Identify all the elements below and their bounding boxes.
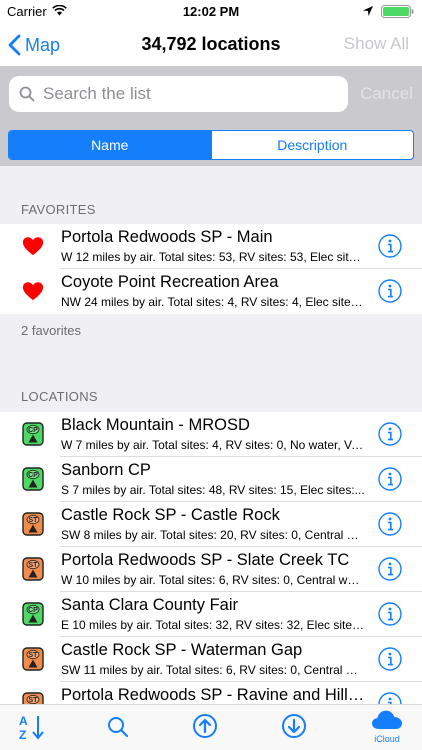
info-icon[interactable] — [378, 422, 402, 446]
info-icon[interactable] — [378, 647, 402, 671]
list-item-subtitle: W 10 miles by air. Total sites: 6, RV si… — [61, 573, 366, 587]
search-input[interactable] — [43, 84, 333, 104]
favorites-rows: Portola Redwoods SP - Main W 12 miles by… — [0, 224, 422, 314]
list-item[interactable]: Portola Redwoods SP - Main W 12 miles by… — [0, 224, 422, 269]
scroll-down-tab[interactable] — [279, 713, 309, 741]
search-icon — [19, 86, 35, 102]
icloud-icon — [372, 710, 402, 729]
scroll-up-tab[interactable] — [190, 713, 220, 741]
state-park-icon: ST — [22, 512, 44, 536]
list-item-subtitle: NW 24 miles by air. Total sites: 4, RV s… — [61, 295, 366, 309]
info-icon[interactable] — [378, 692, 402, 704]
svg-text:CP: CP — [28, 427, 38, 434]
list-item[interactable]: CP Sanborn CP S 7 miles by air. Total site… — [0, 457, 422, 502]
info-icon[interactable] — [378, 512, 402, 536]
list-item[interactable]: ST Portola Redwoods SP - Ravine and Hills… — [0, 682, 422, 704]
list-item-title: Castle Rock SP - Castle Rock — [61, 506, 280, 524]
locations-list[interactable]: FAVORITES Portola Redwoods SP - Main W 1… — [0, 166, 422, 704]
svg-text:A: A — [19, 714, 28, 728]
list-item[interactable]: ST Castle Rock SP - Waterman Gap SW 11 mil… — [0, 637, 422, 682]
list-item-title: Santa Clara County Fair — [61, 596, 238, 614]
wifi-icon — [52, 5, 67, 16]
segment-name[interactable]: Name — [9, 131, 211, 159]
chevron-left-icon — [8, 34, 21, 56]
info-icon[interactable] — [378, 557, 402, 581]
county-park-icon: CP — [22, 467, 44, 491]
list-item-subtitle: W 12 miles by air. Total sites: 53, RV s… — [61, 250, 366, 264]
list-item[interactable]: CP Santa Clara County Fair E 10 miles by a… — [0, 592, 422, 637]
back-button-label: Map — [25, 34, 61, 55]
svg-text:Z: Z — [19, 728, 26, 741]
location-arrow-icon — [363, 6, 373, 16]
favorites-count: 2 favorites — [21, 323, 81, 338]
cancel-button[interactable]: Cancel — [360, 84, 413, 104]
svg-text:ST: ST — [29, 517, 39, 524]
show-all-button[interactable]: Show All — [344, 34, 409, 54]
list-item[interactable]: CP Black Mountain - MROSD W 7 miles by air… — [0, 412, 422, 457]
list-item-title: Coyote Point Recreation Area — [61, 273, 279, 291]
list-item-subtitle: E 10 miles by air. Total sites: 32, RV s… — [61, 618, 366, 632]
carrier-label: Carrier — [7, 4, 47, 19]
county-park-icon: CP — [22, 602, 44, 626]
sort-segmented-control: Name Description — [8, 130, 414, 160]
search-area: Cancel Name Description — [0, 66, 422, 166]
icloud-tab[interactable]: iCloud — [366, 709, 408, 749]
search-icon — [108, 717, 129, 738]
list-item-title: Portola Redwoods SP - Main — [61, 228, 273, 246]
list-item-title: Portola Redwoods SP - Ravine and Hillsi.… — [61, 686, 366, 704]
list-item-subtitle: W 7 miles by air. Total sites: 4, RV sit… — [61, 438, 366, 452]
list-item-title: Black Mountain - MROSD — [61, 416, 250, 434]
svg-text:CP: CP — [28, 607, 38, 614]
svg-text:CP: CP — [28, 472, 38, 479]
navigation-bar: Map 34,792 locations Show All — [0, 24, 422, 66]
search-field[interactable] — [9, 76, 348, 112]
svg-text:ST: ST — [29, 652, 39, 659]
search-tab[interactable] — [103, 713, 133, 741]
svg-text:ST: ST — [29, 562, 39, 569]
tab-bar: A Z iCloud — [0, 704, 422, 750]
state-park-icon: ST — [22, 647, 44, 671]
sort-az-icon: A Z — [19, 714, 44, 741]
section-header-locations: LOCATIONS — [21, 389, 98, 404]
state-park-icon: ST — [22, 692, 44, 704]
list-item-title: Sanborn CP — [61, 461, 151, 479]
heart-icon — [22, 282, 44, 301]
list-item-subtitle: SW 8 miles by air. Total sites: 20, RV s… — [61, 528, 366, 542]
list-item-title: Castle Rock SP - Waterman Gap — [61, 641, 303, 659]
battery-icon — [381, 5, 414, 18]
arrow-up-circle-icon — [193, 714, 217, 738]
list-item[interactable]: ST Portola Redwoods SP - Slate Creek TC W … — [0, 547, 422, 592]
list-item[interactable]: ST Castle Rock SP - Castle Rock SW 8 miles… — [0, 502, 422, 547]
list-item-subtitle: S 7 miles by air. Total sites: 48, RV si… — [61, 483, 365, 497]
county-park-icon: CP — [22, 422, 44, 446]
state-park-icon: ST — [22, 557, 44, 581]
info-icon[interactable] — [378, 279, 402, 303]
list-item-title: Portola Redwoods SP - Slate Creek TC — [61, 551, 350, 569]
info-icon[interactable] — [378, 467, 402, 491]
list-item[interactable]: Coyote Point Recreation Area NW 24 miles… — [0, 269, 422, 314]
heart-icon — [22, 237, 44, 256]
info-icon[interactable] — [378, 234, 402, 258]
info-icon[interactable] — [378, 602, 402, 626]
status-bar: Carrier 12:02 PM — [0, 0, 422, 24]
sort-az-tab[interactable]: A Z — [18, 713, 48, 741]
icloud-tab-label: iCloud — [374, 734, 400, 744]
list-item-subtitle: SW 11 miles by air. Total sites: 6, RV s… — [61, 663, 366, 677]
back-to-map-button[interactable]: Map — [8, 32, 60, 58]
segment-description[interactable]: Description — [210, 131, 414, 159]
location-rows: CP Black Mountain - MROSD W 7 miles by air… — [0, 412, 422, 704]
arrow-down-circle-icon — [282, 714, 306, 738]
svg-text:ST: ST — [29, 697, 39, 704]
section-header-favorites: FAVORITES — [21, 202, 96, 217]
